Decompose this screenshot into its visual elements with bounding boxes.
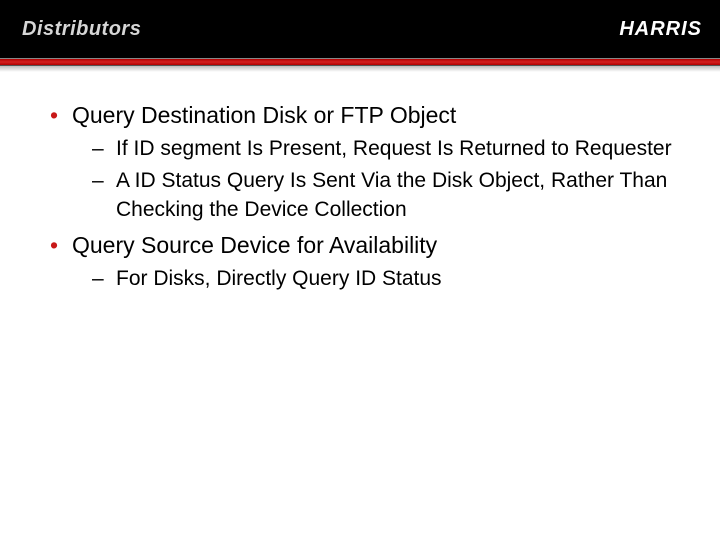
bullet-text: Query Source Device for Availability bbox=[72, 232, 437, 258]
list-item: A ID Status Query Is Sent Via the Disk O… bbox=[92, 167, 680, 224]
bullet-text: For Disks, Directly Query ID Status bbox=[116, 267, 442, 290]
sub-list: If ID segment Is Present, Request Is Ret… bbox=[72, 135, 680, 224]
brand-logo: HARRIS bbox=[619, 18, 702, 41]
list-item: For Disks, Directly Query ID Status bbox=[92, 265, 680, 293]
sub-list: For Disks, Directly Query ID Status bbox=[72, 265, 680, 293]
list-item: If ID segment Is Present, Request Is Ret… bbox=[92, 135, 680, 163]
bullet-text: If ID segment Is Present, Request Is Ret… bbox=[116, 137, 672, 160]
bullet-text: Query Destination Disk or FTP Object bbox=[72, 102, 456, 128]
bullet-list: Query Destination Disk or FTP Object If … bbox=[50, 100, 680, 293]
slide-title: Distributors bbox=[22, 18, 141, 41]
slide-header: Distributors HARRIS bbox=[0, 0, 720, 58]
bullet-text: A ID Status Query Is Sent Via the Disk O… bbox=[116, 169, 667, 220]
list-item: Query Destination Disk or FTP Object If … bbox=[50, 100, 680, 224]
accent-bar bbox=[0, 58, 720, 66]
slide-content: Query Destination Disk or FTP Object If … bbox=[0, 72, 720, 293]
list-item: Query Source Device for Availability For… bbox=[50, 230, 680, 293]
